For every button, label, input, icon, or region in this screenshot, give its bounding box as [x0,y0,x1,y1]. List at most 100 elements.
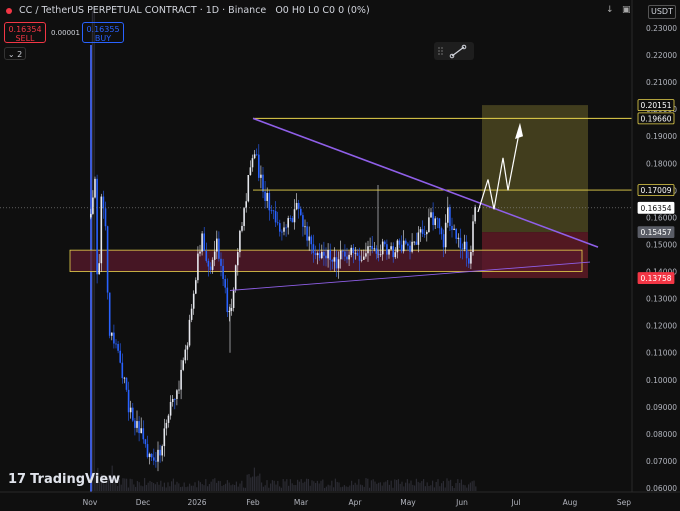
candle-body [285,227,287,229]
volume-bar [187,486,189,491]
volume-bar [120,484,122,491]
camera-icon[interactable]: ▣ [622,5,631,15]
candle-body [287,218,289,228]
candle-body [438,218,441,229]
candle-body [96,178,98,275]
volume-bar [271,480,273,491]
candle-body [316,253,319,256]
price-tick-label: 0.06000 [646,484,677,493]
indicators-toggle[interactable]: ⌄ 2 [4,47,26,60]
drag-handle-icon[interactable] [438,47,443,55]
volume-bar [270,483,272,491]
arrow-down-icon[interactable]: ↓ [606,5,614,15]
candle-body [419,229,422,233]
candle-body [323,251,325,256]
volume-bar [374,481,376,491]
candle-body [281,231,283,233]
candle-body [367,246,369,254]
candle-body [358,255,361,261]
trendline-tool-icon[interactable] [449,44,467,59]
candle-body [157,449,159,462]
volume-bar [136,481,138,491]
candle-body [268,192,271,211]
buy-button[interactable]: 0.16355 BUY [82,22,124,43]
volume-bar [361,485,363,491]
volume-bar [426,482,428,491]
volume-bar [336,481,338,491]
volume-bar [302,482,304,491]
currency-selector[interactable]: USDT [648,5,676,19]
candle-body [346,256,348,260]
volume-bar [333,487,335,491]
volume-bar [178,483,180,491]
volume-bar [378,482,380,491]
candle-body [117,343,119,351]
symbol-header[interactable]: CC / TetherUS PERPETUAL CONTRACT · 1D · … [6,5,370,16]
time-tick-label: Nov [83,498,98,507]
candle-body [459,237,462,249]
volume-bar [153,483,155,491]
volume-bar [462,484,464,491]
volume-bar [286,479,288,491]
candle-body [354,252,357,254]
candle-body [291,218,294,223]
volume-bar [232,484,234,491]
volume-bar [352,484,354,491]
sell-button[interactable]: 0.16354 SELL [4,22,46,43]
symbol-title: CC / TetherUS PERPETUAL CONTRACT · 1D · … [19,5,267,16]
drawing-toolbox[interactable] [434,42,474,60]
candle-body [430,212,432,218]
price-tick-label: 0.09000 [646,403,677,412]
candle-body [272,210,275,212]
volume-bar [277,481,279,491]
volume-bar [372,479,374,491]
candle-body [220,258,222,266]
candle-body [434,218,436,226]
volume-bar [300,479,302,491]
candle-body [205,251,208,261]
volume-bar [316,480,318,491]
candle-body [201,233,203,252]
candle-body [123,377,126,379]
price-label-text: 0.16354 [640,204,671,213]
time-tick-label: Feb [246,498,260,507]
candle-body [421,229,424,234]
candle-body [213,251,216,260]
volume-bar [230,485,232,491]
volume-bar [264,485,266,491]
candle-body [134,420,136,428]
candle-body [297,202,300,209]
candle-body [453,228,455,230]
candle-body [312,244,315,254]
candle-body [136,421,138,428]
time-tick-label: Apr [349,498,363,507]
volume-bar [145,484,147,491]
volume-bar [255,476,257,491]
candle-body [337,259,340,269]
candle-body [184,349,187,361]
candle-body [247,175,250,202]
candle-body [386,244,388,255]
watermark-text: TradingView [30,472,121,487]
candle-body [203,233,205,252]
volume-bar [275,484,277,491]
volume-bar [307,478,309,491]
candle-body [463,241,466,250]
volume-bar [457,479,459,491]
volume-bar [356,484,358,491]
candle-body [302,215,304,227]
sell-label: SELL [15,34,35,43]
candle-body [300,208,302,216]
candle-body [335,257,338,269]
price-label-text: 0.20151 [640,101,671,110]
price-chart[interactable]: 0.230000.220000.210000.200000.190000.180… [0,0,680,511]
volume-bar [325,486,327,491]
volume-bar [268,487,270,491]
time-tick-label: Jul [510,498,520,507]
volume-bar [390,480,392,491]
price-label-text: 0.17009 [640,186,671,195]
volume-bar [253,467,255,491]
volume-bar [262,486,264,491]
candle-body [144,439,147,445]
sell-price: 0.16354 [8,25,42,34]
